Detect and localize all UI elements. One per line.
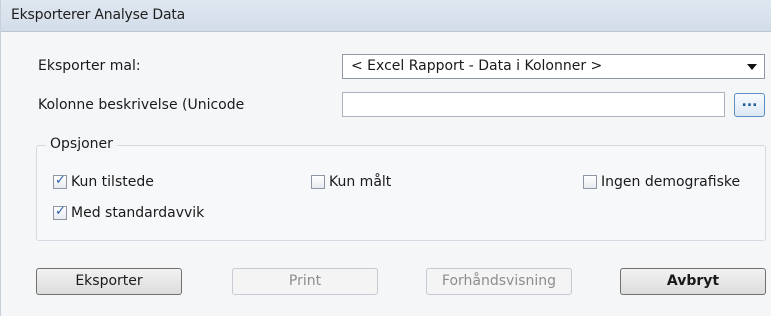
checkbox-med-standardavvik[interactable]: ✓ Med standardavvik: [53, 203, 204, 223]
preview-button[interactable]: Forhåndsvisning: [426, 268, 572, 295]
export-template-label: Eksporter mal:: [38, 58, 141, 74]
checkbox-kun-malt[interactable]: Kun målt: [311, 172, 391, 192]
column-description-input[interactable]: [342, 92, 725, 117]
title-bar: Eksporterer Analyse Data: [1, 0, 771, 32]
checkmark-icon: ✓: [55, 204, 66, 219]
checkbox-label: Med standardavvik: [71, 205, 205, 221]
chevron-down-icon: [747, 64, 757, 70]
window-title: Eksporterer Analyse Data: [11, 7, 186, 23]
checkbox-box[interactable]: ✓: [53, 204, 67, 220]
checkbox-box[interactable]: [311, 175, 325, 189]
column-description-label: Kolonne beskrivelse (Unicode: [38, 97, 245, 113]
options-legend: Opsjoner: [46, 136, 117, 152]
export-dialog: Eksporterer Analyse Data Eksporter mal: …: [0, 0, 771, 316]
export-template-select[interactable]: < Excel Rapport - Data i Kolonner >: [342, 54, 765, 79]
export-template-value: < Excel Rapport - Data i Kolonner >: [351, 58, 603, 74]
print-button[interactable]: Print: [232, 268, 378, 295]
checkbox-label: Ingen demografiske: [601, 174, 741, 190]
checkbox-box[interactable]: [583, 175, 597, 189]
export-button[interactable]: Eksporter: [36, 268, 182, 295]
options-groupbox: [36, 145, 766, 241]
checkbox-box[interactable]: ✓: [53, 173, 67, 189]
checkbox-kun-tilstede[interactable]: ✓ Kun tilstede: [53, 172, 154, 192]
browse-button[interactable]: ...: [734, 93, 765, 117]
cancel-button[interactable]: Avbryt: [620, 268, 766, 295]
checkbox-label: Kun målt: [329, 174, 392, 190]
checkbox-label: Kun tilstede: [71, 174, 154, 190]
checkbox-ingen-demografiske[interactable]: Ingen demografiske: [583, 172, 761, 192]
checkmark-icon: ✓: [55, 173, 66, 188]
